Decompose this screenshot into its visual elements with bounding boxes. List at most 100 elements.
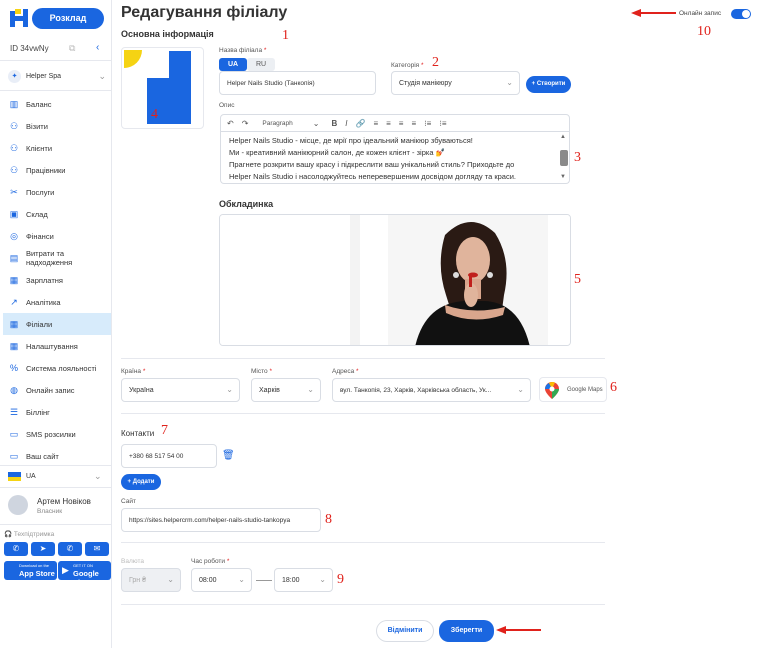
chevron-down-icon: ⌄	[94, 471, 102, 481]
language-select[interactable]: UA	[26, 473, 36, 480]
italic-icon[interactable]: I	[345, 119, 347, 128]
annotation-10: 10	[697, 24, 711, 39]
link-icon[interactable]: 🔗	[355, 119, 365, 128]
align-left-icon[interactable]: ≡	[373, 119, 378, 128]
branch-id: ID 34vwNy	[10, 44, 49, 53]
sidebar-item[interactable]: ↗ Аналітика	[0, 291, 112, 313]
collapse-icon[interactable]: ‹	[96, 42, 99, 53]
viber-button[interactable]: ✆	[58, 542, 82, 556]
salary-icon: ▦	[9, 275, 19, 285]
divider	[121, 542, 605, 543]
sidebar-item-label: Склад	[26, 209, 48, 219]
sidebar-item-label: Філіали	[26, 319, 53, 329]
email-button[interactable]: ✉	[85, 542, 109, 556]
coin-icon: ◎	[10, 231, 18, 241]
sidebar-item[interactable]: ⚇ Візити	[0, 115, 112, 137]
description-line: Ми - креативний манікюрний салон, де кож…	[229, 148, 445, 157]
settings-icon: ▦	[9, 341, 19, 351]
tab-ru[interactable]: RU	[247, 58, 275, 71]
cancel-button[interactable]: Відмінити	[376, 620, 434, 642]
user-profile[interactable]: Артем Новіков Власник	[8, 493, 108, 519]
sidebar-item[interactable]: ▤ Витрати та надходження	[0, 247, 112, 269]
sidebar-item-label: Налаштування	[26, 341, 78, 351]
sidebar-item[interactable]: ▦ Філіали	[3, 313, 111, 335]
branch-name-input[interactable]: Helper Nails Studio (Танкопія)	[219, 71, 376, 95]
sidebar-item-label: Фінанси	[26, 231, 54, 241]
sms-icon: ▭	[9, 429, 19, 439]
chevron-down-icon: ⌄	[226, 385, 233, 395]
sidebar-item[interactable]: ⚇ Клієнти	[0, 137, 112, 159]
branch-logo-upload[interactable]	[121, 47, 204, 129]
sidebar-item[interactable]: ☰ Біллінг	[0, 401, 112, 423]
chevron-down-icon: ⌄	[167, 575, 174, 585]
phone-button[interactable]: ✆	[4, 542, 28, 556]
sidebar-item[interactable]: ▣ Склад	[0, 203, 112, 225]
sidebar-item-label: Баланс	[26, 99, 52, 109]
sidebar-item[interactable]: ✂ Послуги	[0, 181, 112, 203]
wallet-icon: ▤	[9, 253, 19, 263]
description-label: Опис	[219, 102, 235, 109]
sidebar-item[interactable]: ▦ Налаштування	[0, 335, 112, 357]
redo-icon[interactable]: ↷	[242, 119, 249, 128]
online-booking-label: Онлайн запис	[679, 10, 722, 17]
align-center-icon[interactable]: ≡	[386, 119, 391, 128]
avatar	[8, 495, 28, 515]
telegram-button[interactable]: ➤	[31, 542, 55, 556]
annotation-6: 6	[610, 380, 617, 395]
align-right-icon[interactable]: ≡	[399, 119, 404, 128]
google-maps-button[interactable]: Google Maps	[539, 377, 607, 402]
align-justify-icon[interactable]: ≡	[411, 119, 416, 128]
range-dash	[256, 580, 272, 581]
arrow-head-icon	[496, 626, 506, 634]
schedule-button[interactable]: Розклад	[32, 8, 104, 29]
sidebar-item[interactable]: % Система лояльності	[0, 357, 112, 379]
bulleted-list-icon[interactable]: ⁝≡	[424, 119, 431, 128]
app-store-button[interactable]: Download on the App Store	[4, 561, 57, 580]
address-select[interactable]: вул. Танкопія, 23, Харків, Харківська об…	[332, 378, 531, 402]
percent-icon: %	[9, 363, 18, 373]
sidebar-item[interactable]: ◍ Онлайн запис	[0, 379, 112, 401]
city-select[interactable]: Харків ⌄	[251, 378, 321, 402]
open-time-select[interactable]: 08:00 ⌄	[191, 568, 252, 592]
numbered-list-icon[interactable]: ⁝≡	[439, 119, 446, 128]
arrow-head-icon	[631, 9, 641, 17]
create-category-button[interactable]: + Створити	[526, 76, 571, 93]
sidebar-item[interactable]: ▥ Баланс	[0, 93, 112, 115]
bold-icon[interactable]: B	[331, 119, 337, 128]
tab-ua[interactable]: UA	[219, 58, 247, 71]
description-editor[interactable]: Helper Nails Studio - місце, де мрії про…	[220, 132, 570, 184]
company-selector[interactable]: ✦ Helper Spa ⌄	[8, 67, 110, 85]
country-select[interactable]: Україна ⌄	[121, 378, 240, 402]
address-label: Адреса *	[332, 368, 359, 375]
city-label: Місто *	[251, 368, 272, 375]
description-line: Helper Nails Studio - місце, де мрії про…	[229, 136, 473, 145]
annotation-2: 2	[432, 55, 439, 70]
paragraph-select[interactable]: Paragraph	[262, 120, 292, 127]
sidebar-item-label: Клієнти	[26, 143, 53, 153]
online-booking-toggle[interactable]	[731, 9, 751, 19]
category-select[interactable]: Студія манікюру ⌄	[391, 71, 520, 95]
cover-image-upload[interactable]	[219, 214, 571, 346]
sidebar-item[interactable]: ⚇ Працівники	[0, 159, 112, 181]
trash-icon[interactable]: 🗑	[222, 450, 235, 461]
sidebar-item[interactable]: ◎ Фінанси	[0, 225, 112, 247]
chevron-down-icon: ⌄	[312, 118, 320, 128]
phone-input[interactable]: +380 68 517 54 00	[121, 444, 217, 468]
add-contact-button[interactable]: + Додати	[121, 474, 161, 490]
sidebar-nav: ▥ Баланс ⚇ Візити ⚇ Клієнти ⚇ Працівники ✂ Послуг…	[0, 93, 112, 467]
sidebar-item[interactable]: ▭ Ваш сайт	[0, 445, 112, 467]
site-input[interactable]: https://sites.helpercrm.com/helper-nails…	[121, 508, 321, 532]
copy-icon[interactable]: ⧉	[69, 43, 75, 54]
sidebar-item[interactable]: ▭ SMS розсилки	[0, 423, 112, 445]
editor-scrollbar[interactable]: ▲ ▼	[559, 134, 568, 182]
divider	[121, 604, 605, 605]
undo-icon[interactable]: ↶	[227, 119, 234, 128]
user-name: Артем Новіков	[37, 497, 91, 506]
close-time-select[interactable]: 18:00 ⌄	[274, 568, 333, 592]
billing-icon: ☰	[9, 407, 19, 417]
google-play-button[interactable]: ▶ GET IT ON Google Play	[58, 561, 111, 587]
sidebar-item[interactable]: ▦ Зарплатня	[0, 269, 112, 291]
save-button[interactable]: Зберегти	[439, 620, 494, 642]
chevron-down-icon: ⌄	[307, 385, 314, 395]
sidebar-item-label: Ваш сайт	[26, 451, 59, 461]
